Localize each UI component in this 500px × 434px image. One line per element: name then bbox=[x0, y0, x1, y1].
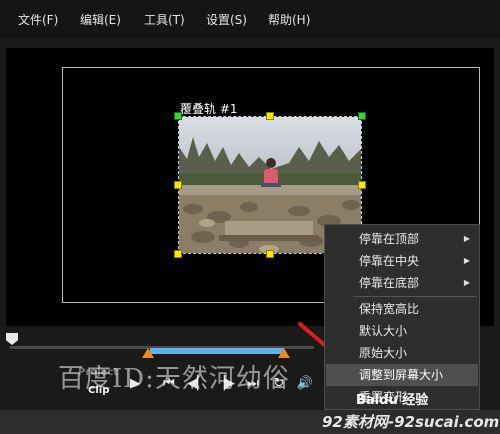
menu-help[interactable]: 帮助(H) bbox=[268, 11, 310, 28]
menu-item-fit-to-screen[interactable]: 调整到屏幕大小 bbox=[326, 364, 478, 386]
menu-item-original-size[interactable]: 原始大小 bbox=[326, 342, 478, 364]
submenu-arrow-icon: ▶ bbox=[463, 278, 470, 287]
menu-item-label: 原始大小 bbox=[359, 346, 408, 360]
volume-icon[interactable]: 🔊 bbox=[294, 374, 316, 394]
trim-range-bar[interactable] bbox=[150, 348, 284, 354]
overlay-track-label: 覆叠轨 #1 bbox=[180, 102, 238, 116]
menu-item-dock-bottom[interactable]: 停靠在底部 ▶ bbox=[326, 272, 478, 294]
author-watermark: 百度ID:天然河幼俗 bbox=[58, 364, 290, 394]
scrubber-knob[interactable] bbox=[6, 333, 18, 345]
trim-start-marker[interactable] bbox=[142, 348, 154, 358]
resize-handle-right[interactable] bbox=[358, 181, 366, 189]
menu-item-dock-top[interactable]: 停靠在顶部 ▶ bbox=[326, 228, 478, 250]
menu-item-dock-center[interactable]: 停靠在中央 ▶ bbox=[326, 250, 478, 272]
menu-edit[interactable]: 编辑(E) bbox=[80, 11, 121, 28]
resize-handle-top[interactable] bbox=[266, 112, 274, 120]
menu-tools[interactable]: 工具(T) bbox=[144, 11, 185, 28]
resize-handle-bottom-left[interactable] bbox=[174, 250, 182, 258]
resize-handle-top-right[interactable] bbox=[358, 112, 366, 120]
menu-item-label: 保持宽高比 bbox=[359, 302, 420, 316]
menu-file[interactable]: 文件(F) bbox=[18, 11, 58, 28]
submenu-arrow-icon: ▶ bbox=[463, 234, 470, 243]
menu-item-default-size[interactable]: 默认大小 bbox=[326, 320, 478, 342]
menu-item-label: 默认大小 bbox=[359, 324, 408, 338]
resize-handle-left[interactable] bbox=[174, 181, 182, 189]
context-menu: 停靠在顶部 ▶ 停靠在中央 ▶ 停靠在底部 ▶ 保持宽高比 默认大小 原始大小 … bbox=[324, 224, 480, 410]
resize-handle-top-left[interactable] bbox=[174, 112, 182, 120]
menu-bar: 文件(F) 编辑(E) 工具(T) 设置(S) 帮助(H) bbox=[0, 0, 500, 38]
menu-item-label: 停靠在底部 bbox=[359, 276, 420, 290]
resize-handle-bottom[interactable] bbox=[266, 250, 274, 258]
menu-separator bbox=[353, 296, 477, 297]
menu-item-keep-aspect[interactable]: 保持宽高比 bbox=[326, 298, 478, 320]
menu-item-label: 停靠在顶部 bbox=[359, 232, 420, 246]
menu-item-label: 停靠在中央 bbox=[359, 254, 420, 268]
menu-item-label: 调整到屏幕大小 bbox=[359, 368, 444, 382]
submenu-arrow-icon: ▶ bbox=[463, 256, 470, 265]
trim-end-marker[interactable] bbox=[278, 348, 290, 358]
site-watermark: 92素材网-92sucai.com bbox=[322, 413, 500, 431]
baidu-jingyan-logo: Baidu 经验 bbox=[356, 393, 429, 408]
menu-settings[interactable]: 设置(S) bbox=[206, 11, 247, 28]
